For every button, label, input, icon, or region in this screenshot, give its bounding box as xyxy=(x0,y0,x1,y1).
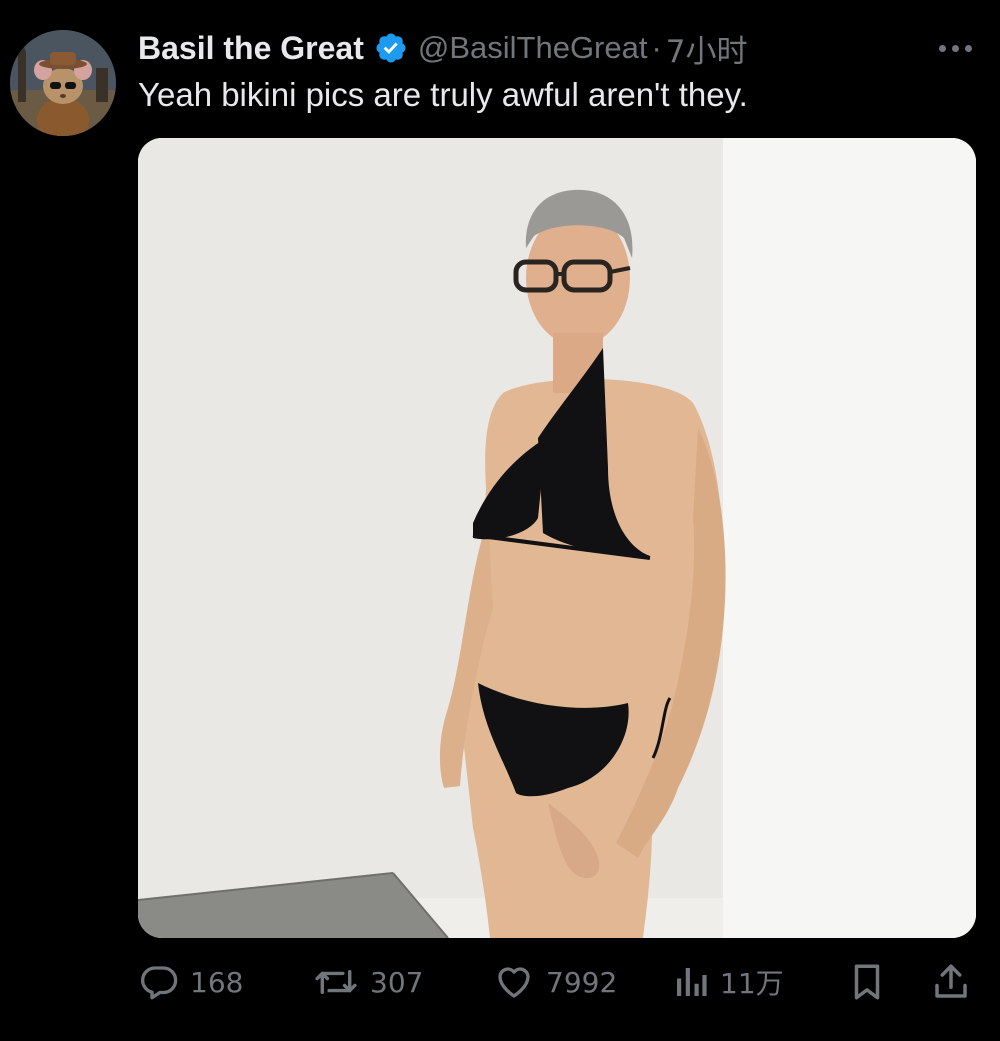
retweet-icon xyxy=(312,961,360,1003)
retweet-count: 307 xyxy=(370,965,424,999)
tweet[interactable]: Basil the Great @BasilTheGreat · 7小时 Yea… xyxy=(0,0,1000,1041)
more-icon[interactable] xyxy=(930,32,980,64)
reply-icon xyxy=(138,961,180,1003)
reply-button[interactable]: 168 xyxy=(138,952,243,1012)
share-button[interactable] xyxy=(930,952,972,1012)
like-count: 7992 xyxy=(546,965,618,999)
like-icon xyxy=(492,961,536,1003)
author-display-name[interactable]: Basil the Great xyxy=(138,30,364,67)
tweet-actions: 168 307 7992 11万 xyxy=(0,952,1000,1012)
avatar-image xyxy=(10,30,116,136)
bookmark-button[interactable] xyxy=(846,952,888,1012)
views-count: 11万 xyxy=(720,967,784,1000)
like-button[interactable]: 7992 xyxy=(492,952,617,1012)
header-separator: · xyxy=(651,30,662,65)
photo-image xyxy=(138,138,976,938)
retweet-button[interactable]: 307 xyxy=(312,952,423,1012)
verified-badge-icon xyxy=(374,31,408,65)
views-icon xyxy=(672,961,710,1003)
tweet-text: Yeah bikini pics are truly awful aren't … xyxy=(138,76,748,113)
tweet-header: Basil the Great @BasilTheGreat · 7小时 xyxy=(138,26,748,70)
tweet-timestamp[interactable]: 7小时 xyxy=(666,26,748,71)
reply-count: 168 xyxy=(190,965,244,999)
views-button[interactable]: 11万 xyxy=(672,952,784,1012)
avatar[interactable] xyxy=(10,30,116,136)
bookmark-icon xyxy=(846,960,888,1004)
author-handle[interactable]: @BasilTheGreat xyxy=(418,30,648,66)
tweet-photo[interactable] xyxy=(138,138,976,938)
share-icon xyxy=(930,960,972,1004)
